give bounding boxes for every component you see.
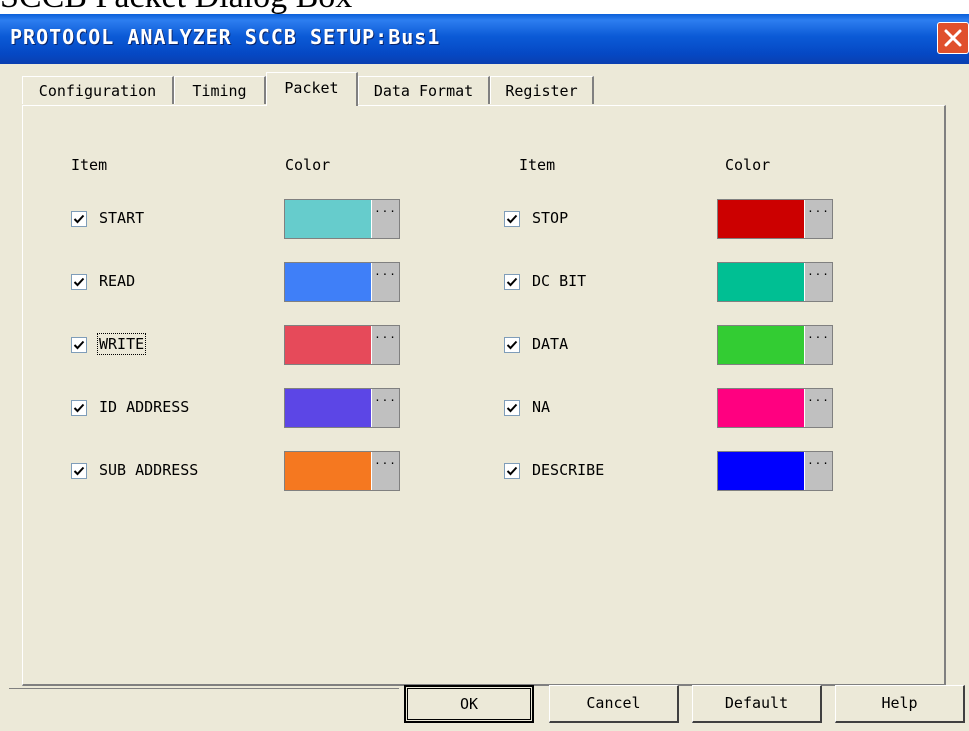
- packet-item-row: DC BIT ···: [483, 262, 923, 302]
- tab-timing[interactable]: Timing: [174, 76, 266, 104]
- check-icon: [73, 214, 85, 224]
- left-item-header: Item: [71, 156, 108, 174]
- start-color-ellipsis-button[interactable]: ···: [371, 200, 399, 238]
- stop-label[interactable]: STOP: [532, 209, 568, 227]
- read-label[interactable]: READ: [99, 272, 135, 290]
- na-label[interactable]: NA: [532, 398, 550, 416]
- cancel-button[interactable]: Cancel: [549, 685, 679, 723]
- stop-color-swatch: [718, 200, 804, 238]
- tab-data-format[interactable]: Data Format: [358, 76, 490, 104]
- dc-bit-checkbox[interactable]: [504, 274, 520, 290]
- na-checkbox[interactable]: [504, 400, 520, 416]
- id-address-checkbox[interactable]: [71, 400, 87, 416]
- dc-bit-color-ellipsis-button[interactable]: ···: [804, 263, 832, 301]
- data-color-swatch: [718, 326, 804, 364]
- id-address-color-picker[interactable]: ···: [284, 388, 400, 428]
- packet-item-row: ID ADDRESS ···: [23, 388, 483, 428]
- close-icon: [944, 29, 962, 47]
- close-button[interactable]: [937, 22, 969, 54]
- id-address-color-ellipsis-button[interactable]: ···: [371, 389, 399, 427]
- sub-address-color-ellipsis-button[interactable]: ···: [371, 452, 399, 490]
- write-color-picker[interactable]: ···: [284, 325, 400, 365]
- help-button[interactable]: Help: [835, 685, 965, 723]
- check-icon: [73, 277, 85, 287]
- describe-checkbox[interactable]: [504, 463, 520, 479]
- stop-color-ellipsis-button[interactable]: ···: [804, 200, 832, 238]
- describe-color-ellipsis-button[interactable]: ···: [804, 452, 832, 490]
- ok-button[interactable]: OK: [404, 685, 534, 723]
- packet-item-row: SUB ADDRESS ···: [23, 451, 483, 491]
- dc-bit-color-swatch: [718, 263, 804, 301]
- packet-panel: Item Color Item Color START ··· READ ···…: [22, 105, 946, 686]
- right-color-header: Color: [725, 156, 771, 174]
- window-title: PROTOCOL ANALYZER SCCB SETUP:Bus1: [10, 25, 441, 49]
- na-color-swatch: [718, 389, 804, 427]
- check-icon: [73, 403, 85, 413]
- status-strip: [9, 688, 399, 723]
- dc-bit-label[interactable]: DC BIT: [532, 272, 586, 290]
- read-color-picker[interactable]: ···: [284, 262, 400, 302]
- packet-item-row: WRITE ···: [23, 325, 483, 365]
- tab-register[interactable]: Register: [490, 76, 594, 104]
- na-color-picker[interactable]: ···: [717, 388, 833, 428]
- write-checkbox[interactable]: [71, 337, 87, 353]
- packet-item-row: STOP ···: [483, 199, 923, 239]
- read-checkbox[interactable]: [71, 274, 87, 290]
- sub-address-checkbox[interactable]: [71, 463, 87, 479]
- packet-item-row: DATA ···: [483, 325, 923, 365]
- packet-item-row: READ ···: [23, 262, 483, 302]
- write-label[interactable]: WRITE: [96, 333, 147, 355]
- describe-label[interactable]: DESCRIBE: [532, 461, 604, 479]
- left-color-header: Color: [285, 156, 331, 174]
- data-label[interactable]: DATA: [532, 335, 568, 353]
- start-color-swatch: [285, 200, 371, 238]
- dc-bit-color-picker[interactable]: ···: [717, 262, 833, 302]
- setup-dialog: PROTOCOL ANALYZER SCCB SETUP:Bus1 Config…: [0, 14, 969, 731]
- packet-item-row: NA ···: [483, 388, 923, 428]
- check-icon: [506, 277, 518, 287]
- stop-color-picker[interactable]: ···: [717, 199, 833, 239]
- data-color-ellipsis-button[interactable]: ···: [804, 326, 832, 364]
- describe-color-swatch: [718, 452, 804, 490]
- right-item-header: Item: [519, 156, 556, 174]
- write-color-swatch: [285, 326, 371, 364]
- check-icon: [506, 466, 518, 476]
- sub-address-color-picker[interactable]: ···: [284, 451, 400, 491]
- na-color-ellipsis-button[interactable]: ···: [804, 389, 832, 427]
- start-label[interactable]: START: [99, 209, 144, 227]
- data-checkbox[interactable]: [504, 337, 520, 353]
- tab-configuration[interactable]: Configuration: [22, 76, 174, 104]
- stop-checkbox[interactable]: [504, 211, 520, 227]
- data-color-picker[interactable]: ···: [717, 325, 833, 365]
- packet-item-row: START ···: [23, 199, 483, 239]
- default-button[interactable]: Default: [692, 685, 822, 723]
- read-color-swatch: [285, 263, 371, 301]
- sub-address-color-swatch: [285, 452, 371, 490]
- describe-color-picker[interactable]: ···: [717, 451, 833, 491]
- check-icon: [506, 340, 518, 350]
- check-icon: [506, 403, 518, 413]
- write-color-ellipsis-button[interactable]: ···: [371, 326, 399, 364]
- start-color-picker[interactable]: ···: [284, 199, 400, 239]
- sub-address-label[interactable]: SUB ADDRESS: [99, 461, 198, 479]
- check-icon: [73, 466, 85, 476]
- check-icon: [506, 214, 518, 224]
- tab-packet[interactable]: Packet: [266, 72, 358, 106]
- read-color-ellipsis-button[interactable]: ···: [371, 263, 399, 301]
- packet-item-row: DESCRIBE ···: [483, 451, 923, 491]
- id-address-color-swatch: [285, 389, 371, 427]
- id-address-label[interactable]: ID ADDRESS: [99, 398, 189, 416]
- title-bar[interactable]: PROTOCOL ANALYZER SCCB SETUP:Bus1: [0, 14, 969, 64]
- check-icon: [73, 340, 85, 350]
- start-checkbox[interactable]: [71, 211, 87, 227]
